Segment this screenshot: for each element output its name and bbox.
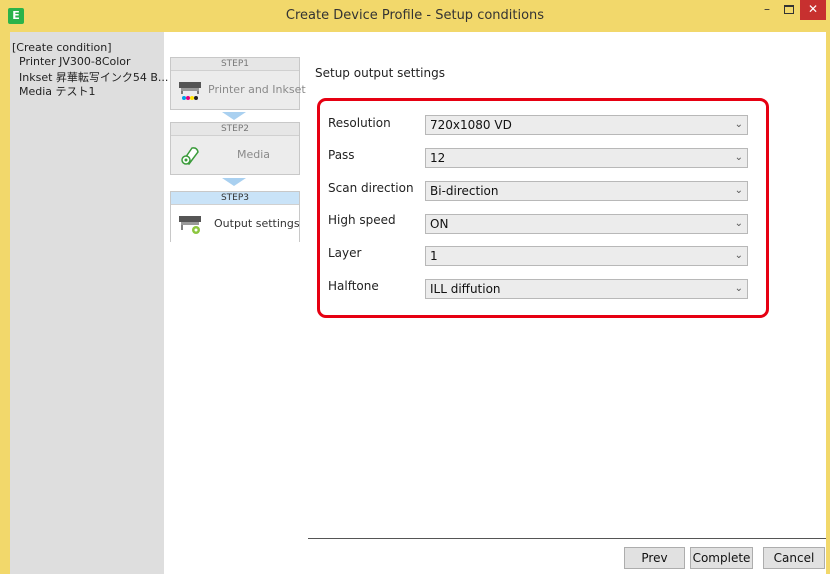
window-frame-left (0, 32, 10, 574)
scan-direction-dropdown[interactable]: Bi-direction ⌄ (425, 181, 748, 201)
layer-dropdown[interactable]: 1 ⌄ (425, 246, 748, 266)
step-3-label: Output settings (214, 217, 300, 230)
step-3-output-settings[interactable]: STEP3 Output settings (170, 191, 300, 243)
complete-button[interactable]: Complete (690, 547, 753, 569)
step-1-header: STEP1 (171, 58, 299, 71)
chevron-down-icon: ⌄ (734, 152, 743, 163)
step-1-label: Printer and Inkset (208, 83, 306, 96)
high-speed-label: High speed (328, 213, 396, 227)
title-bar: E Create Device Profile - Setup conditio… (0, 0, 830, 32)
printer-gear-icon (179, 216, 201, 234)
step-2-label: Media (237, 148, 271, 161)
cancel-button[interactable]: Cancel (763, 547, 825, 569)
halftone-value: ILL diffution (430, 282, 501, 296)
window-frame-right (826, 32, 830, 574)
chevron-down-icon: ⌄ (734, 119, 743, 130)
maximize-button[interactable] (778, 0, 800, 20)
step-arrow-icon (222, 178, 246, 186)
step-3-header: STEP3 (171, 192, 299, 205)
pass-dropdown[interactable]: 12 ⌄ (425, 148, 748, 168)
scan-direction-label: Scan direction (328, 181, 414, 195)
chevron-down-icon: ⌄ (734, 185, 743, 196)
halftone-dropdown[interactable]: ILL diffution ⌄ (425, 279, 748, 299)
layer-value: 1 (430, 249, 438, 263)
condition-summary-panel: [Create condition] Printer JV300-8Color … (10, 32, 168, 574)
step-2-media[interactable]: STEP2 Media (170, 122, 300, 175)
step-1-printer-inkset[interactable]: STEP1 Printer and Inkset (170, 57, 306, 110)
resolution-value: 720x1080 VD (430, 118, 512, 132)
chevron-down-icon: ⌄ (734, 283, 743, 294)
minimize-button[interactable]: – (756, 0, 778, 20)
media-roll-icon (181, 147, 199, 165)
condition-printer: Printer JV300-8Color (19, 55, 131, 68)
close-button[interactable]: ✕ (800, 0, 826, 20)
chevron-down-icon: ⌄ (734, 250, 743, 261)
layer-label: Layer (328, 246, 362, 260)
footer-divider (308, 538, 826, 539)
resolution-dropdown[interactable]: 720x1080 VD ⌄ (425, 115, 748, 135)
condition-heading: [Create condition] (12, 41, 112, 54)
resolution-label: Resolution (328, 116, 391, 130)
step-2-header: STEP2 (171, 123, 299, 136)
condition-media: Media テスト1 (19, 85, 96, 98)
pass-label: Pass (328, 148, 355, 162)
prev-button[interactable]: Prev (624, 547, 685, 569)
scan-direction-value: Bi-direction (430, 184, 499, 198)
printer-inkset-icon (179, 82, 201, 100)
halftone-label: Halftone (328, 279, 379, 293)
window-title: Create Device Profile - Setup conditions (285, 8, 545, 23)
maximize-icon (784, 5, 794, 14)
high-speed-value: ON (430, 217, 449, 231)
step-arrow-icon (222, 112, 246, 120)
page-heading: Setup output settings (315, 66, 445, 80)
chevron-down-icon: ⌄ (734, 218, 743, 229)
pass-value: 12 (430, 151, 446, 165)
high-speed-dropdown[interactable]: ON ⌄ (425, 214, 748, 234)
